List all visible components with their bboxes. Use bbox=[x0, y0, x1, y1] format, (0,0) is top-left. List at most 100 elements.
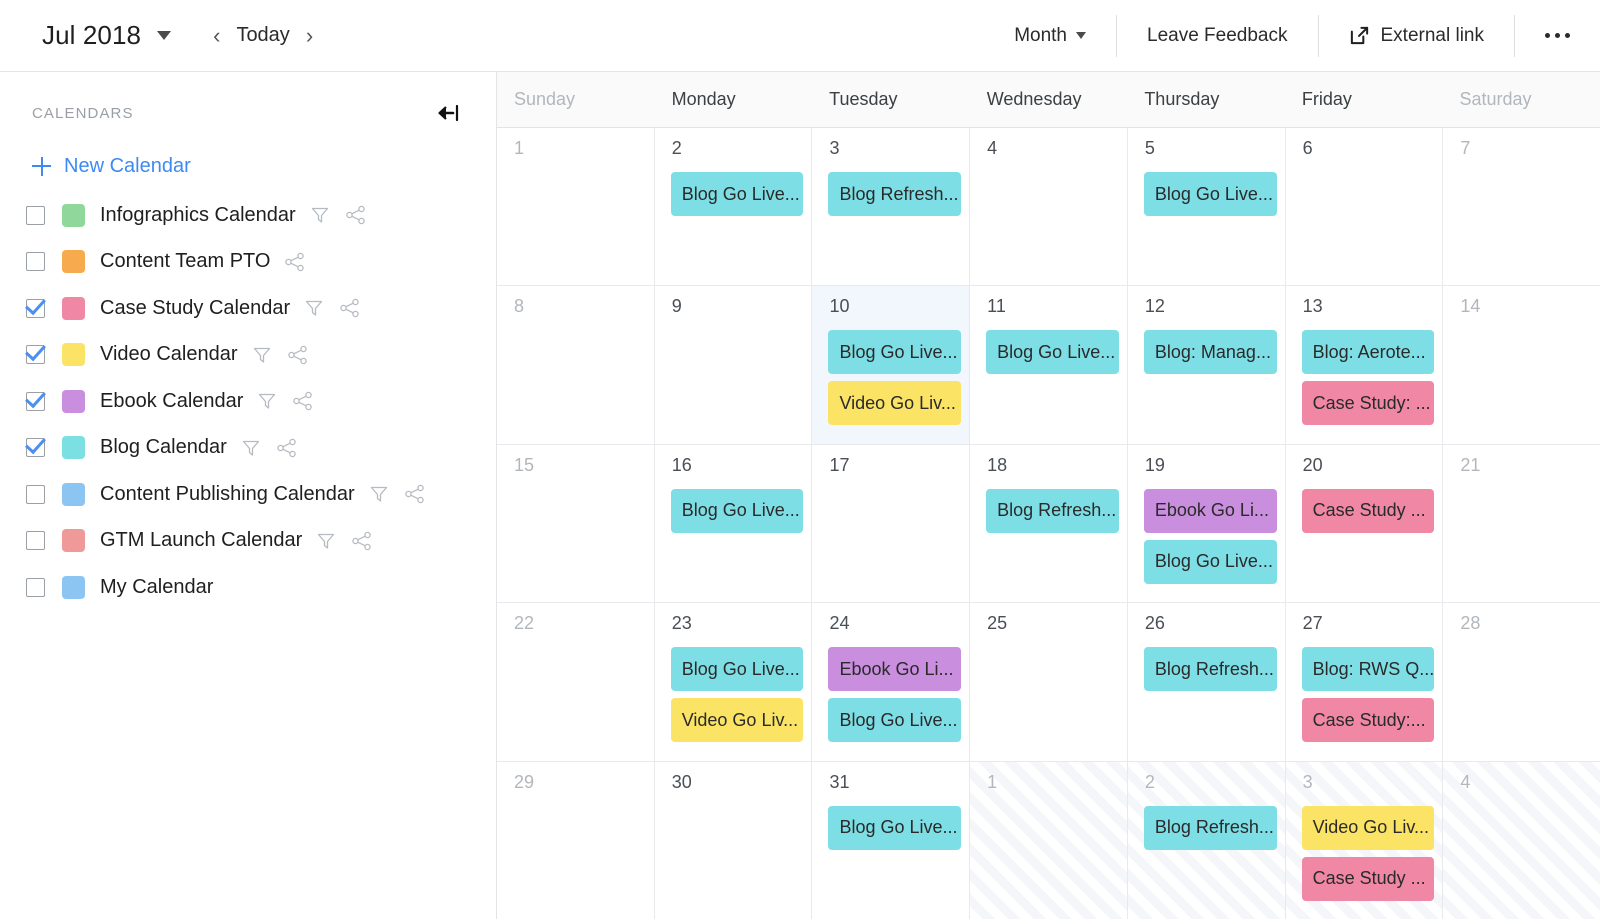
share-icon[interactable] bbox=[345, 205, 367, 225]
external-link-button[interactable]: External link bbox=[1317, 14, 1515, 57]
calendar-day-cell[interactable]: 24 Ebook Go Li... Blog Go Live... bbox=[812, 603, 971, 761]
calendar-checkbox-blog-calendar[interactable] bbox=[26, 438, 45, 458]
calendar-day-cell[interactable]: 26 Blog Refresh... bbox=[1128, 603, 1286, 761]
calendar-day-cell[interactable]: 5 Blog Go Live... bbox=[1128, 128, 1286, 286]
calendar-event-chip[interactable]: Blog Go Live... bbox=[670, 647, 804, 692]
calendar-list-item-content-team-pto[interactable]: Content Team PTO bbox=[26, 239, 496, 286]
calendar-day-cell[interactable]: 18 Blog Refresh... bbox=[970, 444, 1128, 603]
share-icon[interactable] bbox=[287, 345, 309, 365]
new-calendar-button[interactable]: New Calendar bbox=[0, 140, 496, 192]
calendar-event-chip[interactable]: Video Go Liv... bbox=[670, 698, 804, 743]
calendar-day-cell[interactable]: 28 bbox=[1443, 603, 1600, 760]
calendar-day-cell[interactable]: 16 Blog Go Live... bbox=[655, 444, 813, 603]
calendar-list-item-gtm-launch-calendar[interactable]: GTM Launch Calendar bbox=[26, 518, 496, 565]
calendar-day-cell[interactable]: 12 Blog: Manag... bbox=[1128, 286, 1286, 444]
calendar-event-chip[interactable]: Blog Go Live... bbox=[1143, 539, 1277, 584]
calendar-checkbox-infographics-calendar[interactable] bbox=[26, 205, 45, 225]
calendar-day-cell[interactable]: 21 bbox=[1443, 445, 1600, 602]
calendar-event-chip[interactable]: Blog: Manag... bbox=[1143, 330, 1277, 375]
calendar-event-chip[interactable]: Blog Refresh... bbox=[986, 488, 1119, 533]
calendar-day-cell[interactable]: 11 Blog Go Live... bbox=[970, 286, 1128, 444]
calendar-event-chip[interactable]: Ebook Go Li... bbox=[828, 647, 962, 692]
calendar-day-cell[interactable]: 3 Video Go Liv... Case Study ... bbox=[1285, 761, 1444, 919]
calendar-day-cell[interactable]: 10 Blog Go Live... Video Go Liv... bbox=[812, 286, 971, 444]
filter-icon[interactable] bbox=[252, 345, 272, 365]
calendar-checkbox-case-study-calendar[interactable] bbox=[26, 298, 45, 318]
view-mode-selector[interactable]: Month bbox=[984, 15, 1116, 57]
share-icon[interactable] bbox=[339, 298, 361, 318]
filter-icon[interactable] bbox=[316, 531, 336, 551]
calendar-day-cell[interactable]: 2 Blog Go Live... bbox=[655, 128, 813, 286]
calendar-event-chip[interactable]: Blog Go Live... bbox=[828, 698, 962, 743]
share-icon[interactable] bbox=[276, 438, 298, 458]
calendar-day-cell[interactable]: 7 bbox=[1443, 128, 1600, 285]
calendar-list-item-blog-calendar[interactable]: Blog Calendar bbox=[26, 425, 496, 472]
calendar-day-cell[interactable]: 3 Blog Refresh... bbox=[812, 128, 971, 286]
calendar-day-cell[interactable]: 25 bbox=[970, 603, 1128, 761]
calendar-list-item-video-calendar[interactable]: Video Calendar bbox=[26, 332, 496, 379]
calendar-list-item-content-publishing-calendar[interactable]: Content Publishing Calendar bbox=[26, 471, 496, 518]
share-icon[interactable] bbox=[284, 252, 306, 272]
calendar-checkbox-my-calendar[interactable] bbox=[26, 577, 45, 597]
calendar-day-cell[interactable]: 30 bbox=[655, 761, 813, 919]
calendar-list-item-ebook-calendar[interactable]: Ebook Calendar bbox=[26, 378, 496, 425]
filter-icon[interactable] bbox=[241, 438, 261, 458]
calendar-day-cell[interactable]: 1 bbox=[970, 761, 1128, 919]
calendar-day-cell[interactable]: 23 Blog Go Live... Video Go Liv... bbox=[655, 603, 813, 761]
calendar-event-chip[interactable]: Blog Go Live... bbox=[670, 172, 804, 216]
calendar-list-item-infographics-calendar[interactable]: Infographics Calendar bbox=[26, 192, 496, 239]
calendar-day-cell[interactable]: 29 bbox=[497, 761, 655, 919]
calendar-event-chip[interactable]: Blog Refresh... bbox=[1143, 647, 1277, 692]
calendar-event-chip[interactable]: Ebook Go Li... bbox=[1143, 488, 1277, 533]
calendar-event-chip[interactable]: Blog Go Live... bbox=[828, 805, 962, 850]
filter-icon[interactable] bbox=[304, 298, 324, 318]
calendar-day-cell[interactable]: 31 Blog Go Live... bbox=[812, 761, 971, 919]
calendar-day-cell[interactable]: 4 bbox=[970, 128, 1128, 286]
calendar-event-chip[interactable]: Case Study ... bbox=[1301, 856, 1435, 901]
share-icon[interactable] bbox=[404, 484, 426, 504]
calendar-event-chip[interactable]: Blog Go Live... bbox=[986, 330, 1119, 375]
calendar-day-cell[interactable]: 19 Ebook Go Li... Blog Go Live... bbox=[1128, 444, 1286, 603]
calendar-day-cell[interactable]: 15 bbox=[497, 444, 655, 603]
today-button[interactable]: Today bbox=[230, 24, 295, 47]
calendar-event-chip[interactable]: Blog Refresh... bbox=[1143, 805, 1277, 850]
share-icon[interactable] bbox=[292, 391, 314, 411]
calendar-event-chip[interactable]: Blog Go Live... bbox=[670, 488, 804, 533]
calendar-day-cell[interactable]: 27 Blog: RWS Q... Case Study:... bbox=[1286, 603, 1444, 761]
prev-period-button[interactable]: ‹ bbox=[203, 23, 230, 49]
calendar-event-chip[interactable]: Blog Go Live... bbox=[1143, 172, 1277, 216]
filter-icon[interactable] bbox=[310, 205, 330, 225]
filter-icon[interactable] bbox=[257, 391, 277, 411]
calendar-day-cell[interactable]: 9 bbox=[655, 286, 813, 444]
calendar-checkbox-ebook-calendar[interactable] bbox=[26, 391, 45, 411]
calendar-day-cell[interactable]: 2 Blog Refresh... bbox=[1127, 761, 1286, 919]
calendar-event-chip[interactable]: Blog Refresh... bbox=[828, 172, 962, 216]
calendar-event-chip[interactable]: Case Study:... bbox=[1301, 698, 1435, 743]
calendar-day-cell[interactable]: 20 Case Study ... bbox=[1286, 444, 1444, 603]
calendar-day-cell[interactable]: 4 bbox=[1443, 761, 1600, 919]
calendar-day-cell[interactable]: 6 bbox=[1286, 128, 1444, 286]
calendar-list-item-my-calendar[interactable]: My Calendar bbox=[26, 564, 496, 611]
next-period-button[interactable]: › bbox=[296, 23, 323, 49]
calendar-day-cell[interactable]: 22 bbox=[497, 603, 655, 761]
collapse-left-icon[interactable] bbox=[436, 103, 462, 123]
calendar-event-chip[interactable]: Blog: Aerote... bbox=[1301, 330, 1435, 375]
calendar-list-item-case-study-calendar[interactable]: Case Study Calendar bbox=[26, 285, 496, 332]
calendar-event-chip[interactable]: Case Study: ... bbox=[1301, 381, 1435, 426]
calendar-day-cell[interactable]: 14 bbox=[1443, 286, 1600, 443]
calendar-checkbox-gtm-launch-calendar[interactable] bbox=[26, 531, 45, 551]
calendar-day-cell[interactable]: 1 bbox=[497, 128, 655, 286]
calendar-event-chip[interactable]: Case Study ... bbox=[1301, 488, 1435, 533]
chevron-down-icon[interactable] bbox=[157, 31, 172, 40]
calendar-event-chip[interactable]: Blog: RWS Q... bbox=[1301, 647, 1435, 692]
calendar-checkbox-content-team-pto[interactable] bbox=[26, 252, 45, 272]
calendar-day-cell[interactable]: 8 bbox=[497, 286, 655, 444]
calendar-event-chip[interactable]: Video Go Liv... bbox=[828, 381, 962, 426]
filter-icon[interactable] bbox=[369, 484, 389, 504]
calendar-day-cell[interactable]: 17 bbox=[812, 444, 971, 603]
more-options-button[interactable] bbox=[1514, 14, 1600, 57]
calendar-event-chip[interactable]: Video Go Liv... bbox=[1301, 805, 1435, 850]
calendar-event-chip[interactable]: Blog Go Live... bbox=[828, 330, 962, 375]
calendar-checkbox-content-publishing-calendar[interactable] bbox=[26, 484, 45, 504]
calendar-checkbox-video-calendar[interactable] bbox=[26, 345, 45, 365]
